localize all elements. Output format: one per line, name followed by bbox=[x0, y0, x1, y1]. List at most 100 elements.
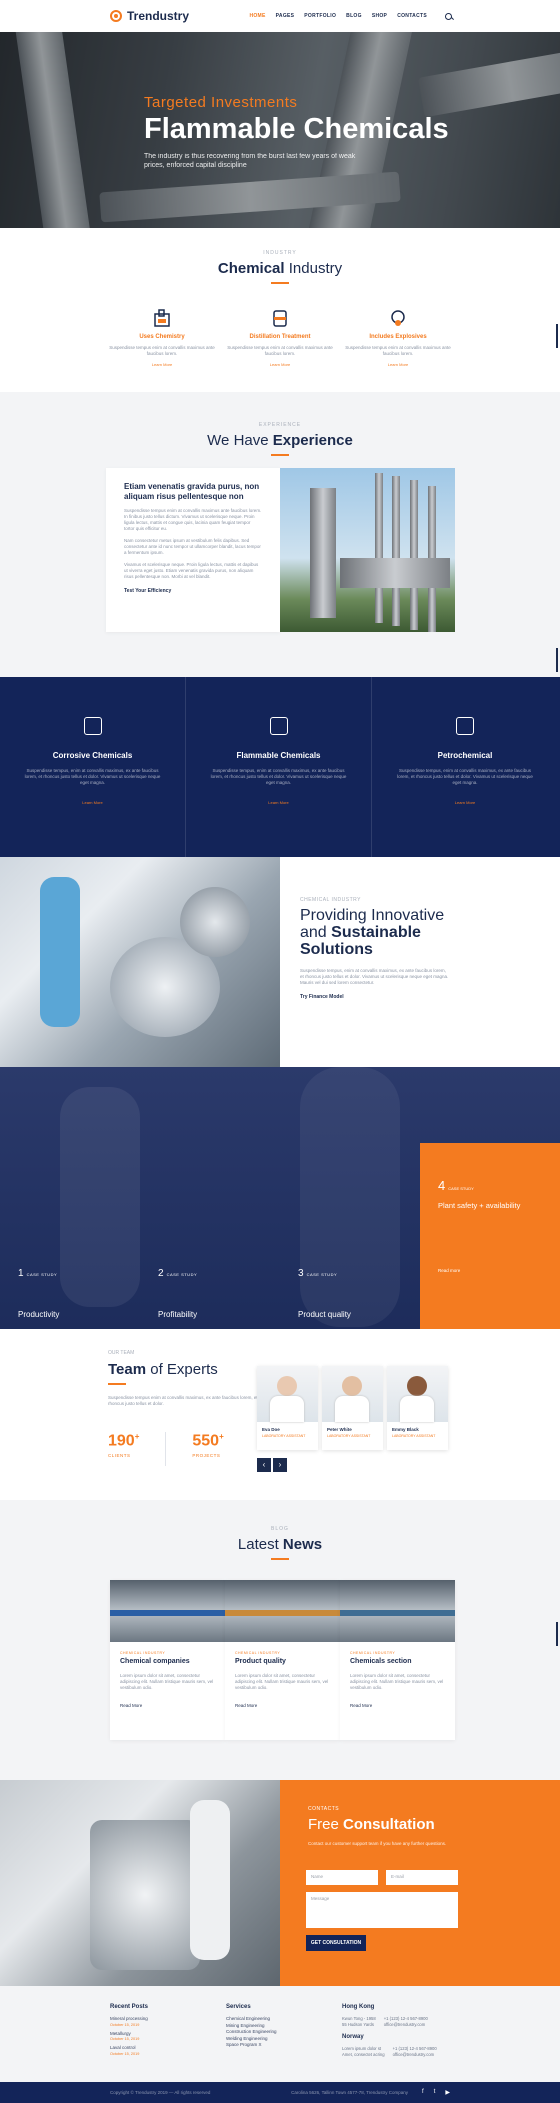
read-more-link[interactable]: Read more bbox=[438, 1268, 460, 1273]
item-text: Suspendisse tempus enim at convallis max… bbox=[345, 345, 451, 356]
nav-portfolio[interactable]: PORTFOLIO bbox=[304, 13, 336, 19]
main-menu: HOME PAGES PORTFOLIO BLOG SHOP CONTACTS bbox=[249, 13, 427, 19]
logo-icon bbox=[110, 10, 122, 22]
team-member-card[interactable]: Eva Doe LABORATORY ASSISTANT bbox=[257, 1366, 318, 1450]
card-title: Etiam venenatis gravida purus, non aliqu… bbox=[124, 482, 260, 501]
news-category: CHEMICAL INDUSTRY bbox=[350, 1651, 396, 1655]
news-excerpt: Lorem ipsum dolor sit amet, consectetur … bbox=[350, 1673, 444, 1690]
read-more-link[interactable]: Read More bbox=[350, 1703, 455, 1708]
case-study-card-active[interactable]: 4 CASE STUDY Plant safety + availability … bbox=[420, 1143, 560, 1329]
case-study-card[interactable]: 2 CASE STUDY Profitability bbox=[140, 1067, 280, 1329]
service-text: Suspendisse tempus, enim at convallis ma… bbox=[24, 768, 161, 785]
read-more-link[interactable]: Read More bbox=[120, 1703, 225, 1708]
experience-card: Etiam venenatis gravida purus, non aliqu… bbox=[106, 468, 280, 632]
section-label: CONTACTS bbox=[308, 1806, 340, 1812]
news-card[interactable]: CHEMICAL INDUSTRY Chemical companies Lor… bbox=[110, 1580, 225, 1740]
team-member-card[interactable]: Peter White LABORATORY ASSISTANT bbox=[322, 1366, 383, 1450]
news-card[interactable]: CHEMICAL INDUSTRY Chemicals section Lore… bbox=[340, 1580, 455, 1740]
member-photo bbox=[387, 1366, 448, 1422]
nav-pages[interactable]: PAGES bbox=[276, 13, 295, 19]
finance-model-link[interactable]: Try Finance Model bbox=[300, 994, 450, 1000]
title-underline bbox=[271, 454, 289, 456]
news-excerpt: Lorem ipsum dolor sit amet, consectetur … bbox=[235, 1673, 329, 1690]
case-title: Product quality bbox=[298, 1310, 351, 1319]
flask-icon bbox=[152, 308, 172, 328]
news-title: Chemicals section bbox=[350, 1658, 412, 1665]
twitter-icon[interactable]: t bbox=[434, 2089, 436, 2096]
gas-mask-icon bbox=[388, 308, 408, 328]
experience-header: EXPERIENCE We Have Experience bbox=[0, 422, 560, 456]
brand-logo[interactable]: Trendustry bbox=[110, 9, 189, 23]
case-study-card[interactable]: 3 CASE STUDY Product quality bbox=[280, 1067, 420, 1329]
team-title: Team of Experts bbox=[108, 1361, 218, 1378]
item-text: Suspendisse tempus enim at convallis max… bbox=[227, 345, 333, 356]
learn-more-link[interactable]: Learn More bbox=[102, 362, 222, 367]
tank-icon bbox=[269, 717, 288, 735]
copyright: Copyright © Trendustry 2019 — All rights… bbox=[110, 2090, 211, 2095]
section-label: INDUSTRY bbox=[263, 250, 297, 256]
scrollbar-thumb[interactable] bbox=[556, 648, 558, 672]
member-photo bbox=[257, 1366, 318, 1422]
member-name: Peter White bbox=[327, 1427, 352, 1432]
hazard-suit-icon bbox=[83, 717, 102, 735]
nav-home[interactable]: HOME bbox=[249, 13, 265, 19]
section-title: Latest News bbox=[237, 1536, 323, 1553]
card-paragraph: Suspendisse tempus enim at convallis max… bbox=[124, 508, 262, 531]
team-member-card[interactable]: Emmy Black LABORATORY ASSISTANT bbox=[387, 1366, 448, 1450]
hero-subtitle: Targeted Investments bbox=[144, 94, 298, 111]
title-underline bbox=[271, 1558, 289, 1560]
learn-more-link[interactable]: Learn More bbox=[372, 800, 558, 805]
learn-more-link[interactable]: Learn More bbox=[220, 362, 340, 367]
stat-projects: 550+ PROJECTS bbox=[192, 1432, 224, 1459]
efficiency-link[interactable]: Test Your Efficiency bbox=[124, 588, 262, 594]
service-column: Corrosive Chemicals Suspendisse tempus, … bbox=[0, 677, 186, 857]
stat-clients: 190+ CLIENTS bbox=[108, 1432, 140, 1459]
footer-offices: Hong Kong Kwun Tong - 1958 55 Hudson Yard… bbox=[342, 2004, 437, 2057]
learn-more-link[interactable]: Learn More bbox=[0, 800, 185, 805]
section-label: OUR TEAM bbox=[108, 1350, 135, 1356]
company-address: Carolina 5626, Tallinn Town 4577-78, Tre… bbox=[291, 2090, 409, 2095]
social-links: f t ▶ bbox=[422, 2089, 450, 2096]
section-label: BLOG bbox=[271, 1526, 289, 1532]
news-category: CHEMICAL INDUSTRY bbox=[120, 1651, 166, 1655]
industry-item: Uses Chemistry Suspendisse tempus enim a… bbox=[102, 308, 222, 367]
search-icon[interactable] bbox=[445, 12, 452, 20]
title-underline bbox=[108, 1383, 126, 1385]
service-link[interactable]: Space Program X bbox=[226, 2042, 326, 2049]
next-arrow-icon[interactable]: › bbox=[273, 1458, 287, 1472]
member-role: LABORATORY ASSISTANT bbox=[327, 1434, 371, 1438]
industry-item: Includes Explosives Suspendisse tempus e… bbox=[338, 308, 458, 367]
email-input[interactable]: E-mail bbox=[386, 1870, 458, 1885]
section-title: We Have Experience bbox=[207, 432, 353, 449]
section-label: CHEMICAL INDUSTRY bbox=[300, 897, 362, 903]
case-number: 4 CASE STUDY bbox=[438, 1178, 474, 1193]
facebook-icon[interactable]: f bbox=[422, 2089, 424, 2096]
news-image bbox=[225, 1580, 340, 1642]
hero-description: The industry is thus recovering from the… bbox=[144, 153, 356, 169]
service-title: Petrochemical bbox=[437, 751, 493, 760]
learn-more-link[interactable]: Learn More bbox=[338, 362, 458, 367]
scrollbar-thumb[interactable] bbox=[556, 1622, 558, 1646]
nav-contacts[interactable]: CONTACTS bbox=[397, 13, 427, 19]
learn-more-link[interactable]: Learn More bbox=[186, 800, 371, 805]
scrollbar-thumb[interactable] bbox=[556, 324, 558, 348]
consultation-text: Contact our customer support team if you… bbox=[308, 1841, 447, 1846]
youtube-icon[interactable]: ▶ bbox=[445, 2089, 450, 2096]
member-photo bbox=[322, 1366, 383, 1422]
case-number: 1 CASE STUDY bbox=[18, 1268, 58, 1279]
service-text: Suspendisse tempus, enim at convallis ma… bbox=[210, 768, 347, 785]
consultation-title: Free Consultation bbox=[308, 1816, 435, 1833]
team-stats: 190+ CLIENTS 550+ PROJECTS bbox=[108, 1432, 224, 1466]
nav-shop[interactable]: SHOP bbox=[372, 13, 387, 19]
innovative-text: Suspendisse tempus, enim at convallis ma… bbox=[300, 968, 449, 985]
prev-arrow-icon[interactable]: ‹ bbox=[257, 1458, 271, 1472]
news-card[interactable]: CHEMICAL INDUSTRY Product quality Lorem … bbox=[225, 1580, 340, 1740]
service-text: Suspendisse tempus, enim at convallis ma… bbox=[397, 768, 533, 785]
message-input[interactable]: Message bbox=[306, 1892, 458, 1928]
name-input[interactable]: Name bbox=[306, 1870, 378, 1885]
nav-blog[interactable]: BLOG bbox=[346, 13, 362, 19]
read-more-link[interactable]: Read More bbox=[235, 1703, 340, 1708]
case-study-card[interactable]: 1 CASE STUDY Productivity bbox=[0, 1067, 140, 1329]
brand-name: Trendustry bbox=[127, 9, 190, 23]
get-consultation-button[interactable]: GET CONSULTATION bbox=[306, 1935, 366, 1951]
